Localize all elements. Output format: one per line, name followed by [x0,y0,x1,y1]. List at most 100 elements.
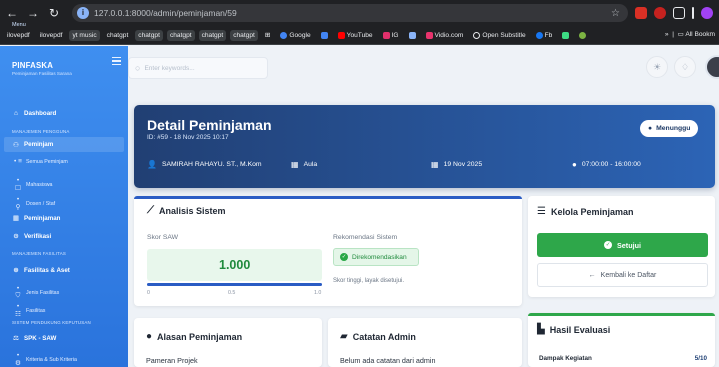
page-title: Detail Peminjaman [147,117,272,133]
bookmark-vidio[interactable]: Vidio.com [423,30,467,41]
approve-button[interactable]: ✓ Setujui [537,233,708,257]
search-icon: ○ [135,63,141,73]
sidebar-item-criteria[interactable]: • ⚙ Kriteria & Sub Kriteria [14,352,77,367]
profile-icon[interactable] [701,7,713,19]
score-tick: 1.0 [314,290,322,296]
notes-title: ▰ Catatan Admin [340,331,416,342]
bookmark-android[interactable] [559,30,572,41]
check-circle-icon: ✓ [340,253,348,261]
list-check-icon: ☰ [537,206,546,217]
apps-grid-icon[interactable]: ⊞ [262,29,274,41]
extension-icon[interactable] [654,7,666,19]
search-input[interactable]: Enter keywords... [144,65,194,72]
status-badge: ● Menunggu [640,120,699,137]
building-icon: ▦ [291,160,299,169]
booking-id: ID: #59 - 18 Nov 2025 10:17 [147,134,229,141]
bookmark-leaf[interactable] [576,30,589,41]
tag-icon: • ⛉ [15,285,21,299]
extensions-area [635,5,713,21]
analysis-title: ⟋ Analisis Sistem [147,205,226,216]
sidebar-item-facility-types[interactable]: • ⛉ Jenis Fasilitas [14,285,60,300]
evaluation-row: Dampak Kegiatan 5/10 [539,355,707,362]
sidebar-top-label: Menu [12,22,26,28]
sidebar-item-all-borrowers[interactable]: • ≡ Semua Peminjam [14,158,68,165]
bookmark-item[interactable]: chatgpt [230,29,258,41]
all-bookmarks[interactable]: » | ▭ All Bookm [665,30,715,38]
bookmark-star-icon[interactable]: ☆ [611,8,620,19]
puzzle-icon[interactable] [673,7,685,19]
bookmark-extra[interactable] [406,30,419,41]
user-avatar[interactable] [705,55,719,79]
home-icon: ⌂ [14,110,18,117]
time-info: ● 07:00:00 - 16:00:00 [572,160,641,169]
bookmark-youtube[interactable]: YouTube [335,30,376,41]
date-info: ▦ 19 Nov 2025 [431,160,483,169]
bookmark-fb[interactable]: Fb [533,30,556,41]
sidebar-item-staff[interactable]: • ⚲ Dosen / Staf [14,196,56,211]
clock-icon: ● [648,125,653,132]
check-circle-icon: ✓ [604,241,613,249]
sidebar-section-users: MANAJEMEN PENGGUNA [12,129,70,134]
saw-score-value: 1.000 [219,258,251,272]
notes-text: Belum ada catatan dari admin [340,356,436,365]
user-icon: 👤 [147,160,157,169]
evaluation-score: 5/10 [694,355,707,362]
list-icon: • ≡ [14,158,22,165]
sidebar-item-facilities-assets[interactable]: ⊛ Fasilitas & Aset [12,266,70,275]
saw-score-label: Skor SAW [147,234,179,241]
evaluation-criterion: Dampak Kegiatan [539,355,592,362]
score-tick: 0.5 [228,290,236,296]
bookmark-item[interactable]: chatgpt [135,29,163,41]
bookmark-ig[interactable]: IG [380,30,402,41]
app-brand-subtitle: Peminjaman Fasilitas Sarana [12,71,72,76]
bar-chart-icon: ▙ [537,324,545,335]
address-bar[interactable]: i 127.0.0.1:8000/admin/peminjaman/59 ☆ [72,4,628,22]
sidebar-item-students[interactable]: • ☐ Mahasiswa [14,177,52,192]
evaluation-title: ▙ Hasil Evaluasi [537,324,611,335]
manage-title: ☰ Kelola Peminjaman [537,206,634,217]
pdf-extension-icon[interactable] [635,7,647,19]
sidebar-item-facility-list[interactable]: • ☷ Fasilitas [14,303,45,318]
check-icon: ⊙ [13,233,19,240]
app-brand[interactable]: PINFASKA [12,61,53,70]
sidebar-item-verifikasi[interactable]: ⊙ Verifikasi [12,232,51,241]
reload-icon[interactable]: ↻ [45,6,63,20]
reason-title: ● Alasan Peminjaman [146,331,243,342]
bookmark-substitle[interactable]: Open Substitle [470,30,528,41]
score-bar-fill [147,283,322,286]
recommendation-label: Rekomendasi Sistem [333,234,398,241]
sidebar-item-peminjam[interactable]: ⚇ Peminjam [4,137,124,152]
bookmark-item[interactable]: chatgpt [104,30,132,41]
bookmark-item[interactable]: ilovepdf [37,30,66,41]
note-icon: ▰ [340,331,348,342]
student-icon: • ☐ [15,177,21,192]
bookmark-google[interactable]: Google [277,30,313,41]
bookmark-item[interactable]: yt music [69,29,100,41]
notification-bell-icon[interactable]: ♢ [674,56,696,78]
calendar-icon: ▦ [12,215,20,222]
sidebar-item-peminjaman[interactable]: ▦ Peminjaman [12,214,61,223]
site-info-icon[interactable]: i [77,7,89,19]
building-icon: • ☷ [15,303,21,318]
url-text: 127.0.0.1:8000/admin/peminjaman/59 [94,8,237,18]
browser-toolbar: ← → ↻ i 127.0.0.1:8000/admin/peminjaman/… [0,0,719,26]
bookmark-item[interactable]: ilovepdf [4,30,33,41]
borrower-info: 👤 SAMIRAH RAHAYU. ST., M.Kom [147,160,262,169]
back-arrow-icon[interactable]: ← [3,6,21,20]
back-to-list-button[interactable]: ← Kembali ke Daftar [537,263,708,287]
theme-toggle-icon[interactable]: ☀ [646,56,668,78]
score-tick: 0 [147,290,150,296]
clock-icon: ● [572,160,577,169]
bookmark-item[interactable]: chatgpt [198,29,227,41]
bookmark-item[interactable]: chatgpt [166,29,195,41]
facility-info: ▦ Aula [291,160,318,169]
sidebar-item-dashboard[interactable]: ⌂ Dashboard [12,110,56,117]
sidebar-item-spk-saw[interactable]: ⚖ SPK - SAW [12,334,56,343]
search-box[interactable]: ○ Enter keywords... [128,57,268,79]
calendar-icon: ▦ [431,160,439,169]
sidebar-section-facilities: MANAJEMEN FASILITAS [12,251,66,256]
menu-toggle-icon[interactable] [112,57,121,67]
bookmark-p[interactable] [318,30,331,41]
chart-icon: ⚖ [13,335,19,342]
forward-arrow-icon[interactable]: → [24,6,42,20]
